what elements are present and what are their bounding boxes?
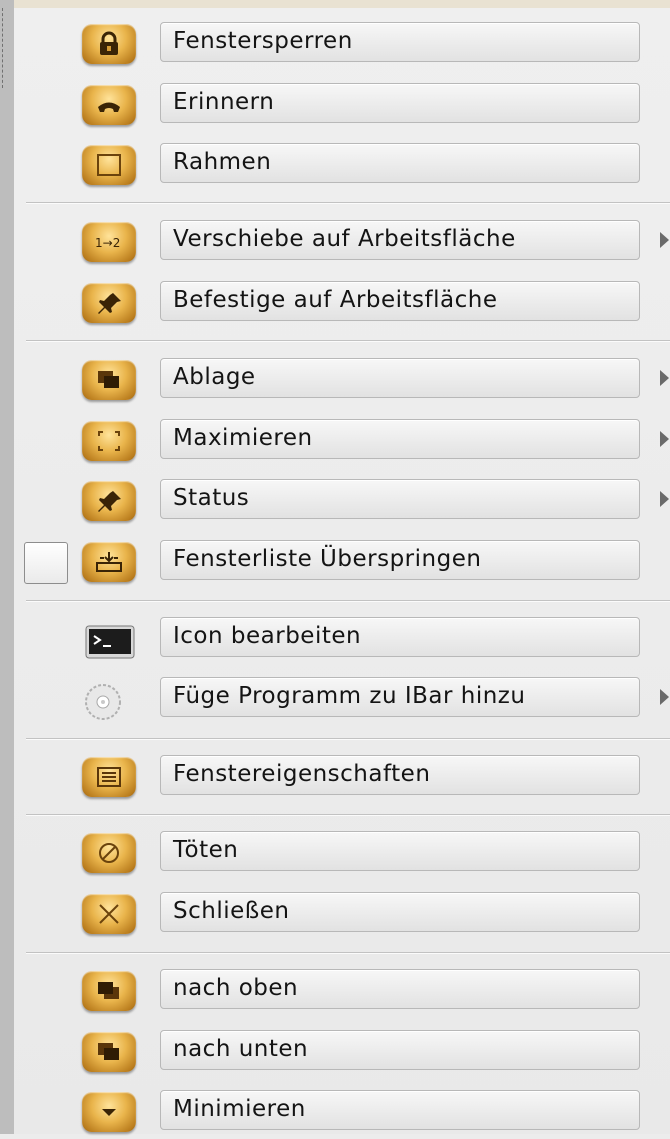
submenu-arrow-icon (660, 232, 669, 248)
raise-icon (82, 971, 136, 1011)
menu-item-label: Verschiebe auf Arbeitsfläche (173, 226, 516, 252)
submenu-arrow-icon (660, 431, 669, 447)
menu-item-label-box: Füge Programm zu IBar hinzu (160, 677, 640, 717)
menu-item-schliessen[interactable]: Schließen (0, 891, 670, 941)
skip-windowlist-icon (82, 542, 136, 582)
submenu-arrow-icon (660, 370, 669, 386)
minimize-icon (82, 1092, 136, 1132)
move-desktop-icon-text: 1→2 (95, 236, 120, 250)
menu-item-nach-oben[interactable]: nach oben (0, 968, 670, 1018)
stack-icon (82, 360, 136, 400)
menu-item-label-box: Rahmen (160, 143, 640, 183)
menu-item-rahmen[interactable]: Rahmen (0, 142, 670, 192)
menu-item-fenstereigenschaften[interactable]: Fenstereigenschaften (0, 754, 670, 804)
menu-item-label: Maximieren (173, 425, 313, 451)
terminal-icon (84, 620, 136, 660)
menu-item-ablage[interactable]: Ablage (0, 357, 670, 407)
frame-icon (82, 145, 136, 185)
menu-item-label: Minimieren (173, 1096, 306, 1122)
properties-icon (82, 757, 136, 797)
menu-item-icon-bearbeiten[interactable]: Icon bearbeiten (0, 616, 670, 666)
menu-item-minimieren[interactable]: Minimieren (0, 1089, 670, 1139)
menu-item-label-box: nach unten (160, 1030, 640, 1070)
menu-item-label-box: Erinnern (160, 83, 640, 123)
menu-item-label-box: Fenstersperren (160, 22, 640, 62)
menu-item-verschiebe-auf-arbeitsflaeche[interactable]: 1→2 Verschiebe auf Arbeitsfläche (0, 219, 670, 269)
menu-item-label: Füge Programm zu IBar hinzu (173, 683, 526, 709)
menu-item-label: nach oben (173, 975, 299, 1001)
menu-item-label: Töten (173, 837, 239, 863)
menu-item-label: nach unten (173, 1036, 309, 1062)
menu-item-fuege-programm-zu-ibar-hinzu[interactable]: Füge Programm zu IBar hinzu (0, 676, 670, 726)
menu-item-label: Fenstereigenschaften (173, 761, 431, 787)
pin-icon (82, 283, 136, 323)
menu-item-label-box: Minimieren (160, 1090, 640, 1130)
menu-item-label: Befestige auf Arbeitsfläche (173, 287, 498, 313)
menu-item-label-box: Ablage (160, 358, 640, 398)
menu-item-label-box: Fenstereigenschaften (160, 755, 640, 795)
menu-item-label: Rahmen (173, 149, 272, 175)
cd-icon (84, 680, 136, 720)
menu-item-label-box: Status (160, 479, 640, 519)
maximize-icon (82, 421, 136, 461)
menu-separator (26, 952, 670, 954)
menu-item-label-box: Schließen (160, 892, 640, 932)
menu-item-erinnern[interactable]: Erinnern (0, 82, 670, 132)
phone-icon (82, 85, 136, 125)
menu-item-fensterliste-ueberspringen[interactable]: Fensterliste Überspringen (0, 539, 670, 589)
menu-item-label-box: Maximieren (160, 419, 640, 459)
lower-icon (82, 1032, 136, 1072)
menu-item-label: Ablage (173, 364, 256, 390)
menu-item-label: Icon bearbeiten (173, 623, 362, 649)
submenu-arrow-icon (660, 491, 669, 507)
menu-item-fenstersperren[interactable]: Fenstersperren (0, 21, 670, 71)
lock-icon (82, 24, 136, 64)
menu-separator (26, 814, 670, 816)
menu-item-label-box: Töten (160, 831, 640, 871)
menu-item-label: Schließen (173, 898, 290, 924)
skip-windowlist-checkbox[interactable] (24, 542, 68, 584)
submenu-arrow-icon (660, 689, 669, 705)
menu-item-nach-unten[interactable]: nach unten (0, 1029, 670, 1079)
menu-item-label-box: Fensterliste Überspringen (160, 540, 640, 580)
menu-separator (26, 340, 670, 342)
menu-item-label-box: Befestige auf Arbeitsfläche (160, 281, 640, 321)
menu-item-label: Status (173, 485, 250, 511)
menu-separator (26, 600, 670, 602)
menu-item-label: Fenstersperren (173, 28, 353, 54)
menu-separator (26, 202, 670, 204)
menu-item-label: Fensterliste Überspringen (173, 546, 482, 572)
move-desktop-icon: 1→2 (82, 222, 136, 262)
menu-item-label: Erinnern (173, 89, 275, 115)
menu-item-label-box: Verschiebe auf Arbeitsfläche (160, 220, 640, 260)
menu-item-status[interactable]: Status (0, 478, 670, 528)
menu-separator (26, 738, 670, 740)
menu-item-befestige-auf-arbeitsflaeche[interactable]: Befestige auf Arbeitsfläche (0, 280, 670, 330)
close-icon (82, 894, 136, 934)
kill-icon (82, 833, 136, 873)
menu-item-toeten[interactable]: Töten (0, 830, 670, 880)
pin-icon (82, 481, 136, 521)
menu-item-label-box: Icon bearbeiten (160, 617, 640, 657)
menu-item-maximieren[interactable]: Maximieren (0, 418, 670, 468)
menu-item-label-box: nach oben (160, 969, 640, 1009)
